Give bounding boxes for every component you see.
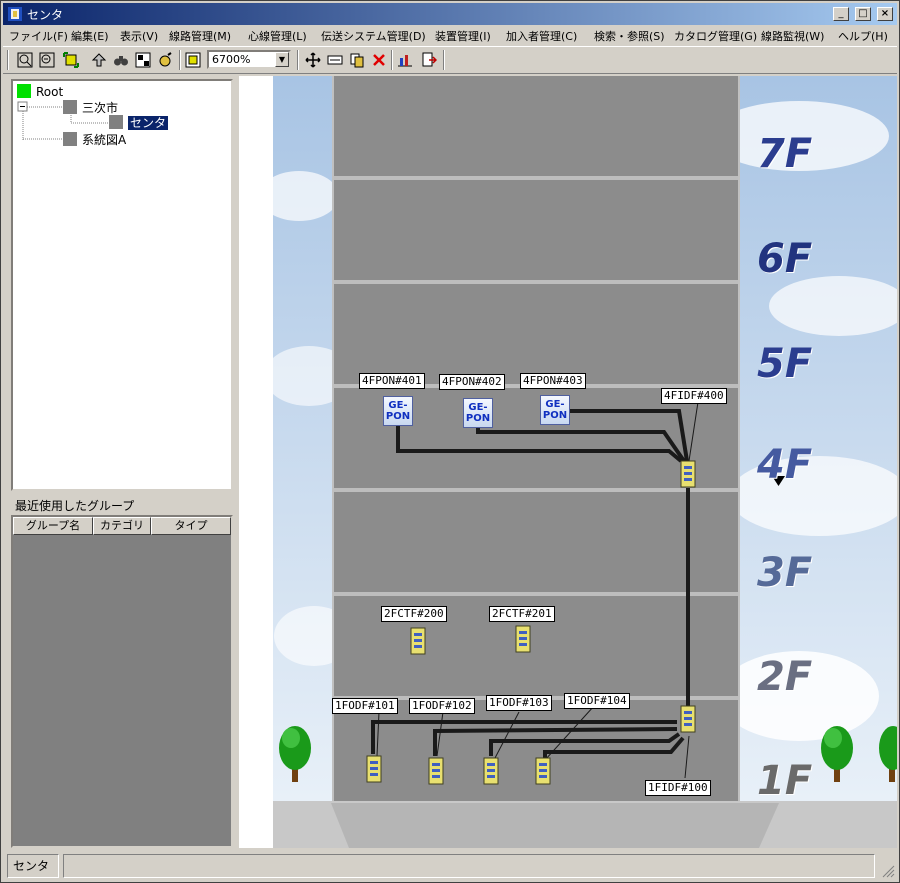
pon401-gepon-icon[interactable]: GE- PON: [383, 396, 413, 426]
menu-line-management[interactable]: 線路管理(M): [169, 28, 231, 44]
menu-edit[interactable]: 編集(E): [71, 28, 109, 44]
binoculars-icon[interactable]: [111, 50, 131, 70]
idf100-label[interactable]: 1FIDF#100: [645, 780, 711, 796]
group-tree[interactable]: Root 三次市 センタ 系統図A: [11, 79, 233, 491]
diagram-canvas[interactable]: 7F 6F 5F 4F 3F 2F 1F 4FPON#401 4FPON#402…: [239, 76, 897, 848]
odf102-label[interactable]: 1FODF#102: [409, 698, 475, 714]
idf400-label[interactable]: 4FIDF#400: [661, 388, 727, 404]
odf104-device-icon[interactable]: [535, 757, 551, 785]
zoom-value: 6700%: [212, 53, 251, 66]
menu-catalog-management[interactable]: カタログ管理(G): [674, 28, 757, 44]
odf104-label[interactable]: 1FODF#104: [564, 693, 630, 709]
menu-bar: ファイル(F) 編集(E) 表示(V) 線路管理(M) 心線管理(L) 伝送シス…: [3, 26, 897, 45]
toolbar-separator: [7, 50, 9, 70]
column-header-category[interactable]: カテゴリ: [93, 517, 151, 535]
up-level-icon[interactable]: [89, 50, 109, 70]
floor-label-4f: 4F: [757, 442, 813, 488]
menu-view[interactable]: 表示(V): [120, 28, 158, 44]
copy-icon[interactable]: [347, 50, 367, 70]
floor-label-2f: 2F: [757, 654, 813, 700]
export-icon[interactable]: [419, 50, 439, 70]
idf400-device-icon[interactable]: [680, 460, 696, 488]
node-icon: [63, 100, 77, 114]
title-bar[interactable]: センタ _ □ ×: [3, 3, 897, 25]
floor-label-5f: 5F: [757, 341, 813, 387]
delete-icon[interactable]: [369, 50, 389, 70]
recent-groups-grid[interactable]: グループ名 カテゴリ タイプ: [11, 515, 233, 848]
menu-device-management[interactable]: 装置管理(I): [435, 28, 491, 44]
ctf200-label[interactable]: 2FCTF#200: [381, 606, 447, 622]
close-button[interactable]: ×: [877, 7, 893, 21]
node-icon: [17, 84, 31, 98]
column-header-type[interactable]: タイプ: [151, 517, 231, 535]
ctf201-label[interactable]: 2FCTF#201: [489, 606, 555, 622]
pon402-label[interactable]: 4FPON#402: [439, 374, 505, 390]
menu-file[interactable]: ファイル(F): [9, 28, 68, 44]
odf102-device-icon[interactable]: [428, 757, 444, 785]
chevron-down-icon[interactable]: ▼: [275, 52, 289, 67]
zoom-in-icon[interactable]: [15, 50, 35, 70]
floor-label-3f: 3F: [757, 550, 813, 596]
ctf200-device-icon[interactable]: [410, 627, 426, 655]
status-bar: センタ: [3, 852, 897, 880]
recent-groups-label: 最近使用したグループ: [15, 499, 135, 513]
status-panel: [63, 854, 875, 878]
tree-node-center[interactable]: センタ: [109, 114, 169, 131]
odf101-device-icon[interactable]: [366, 755, 382, 783]
menu-search[interactable]: 検索・参照(S): [594, 28, 665, 44]
chart-icon[interactable]: [395, 50, 415, 70]
odf101-label[interactable]: 1FODF#101: [332, 698, 398, 714]
odf103-label[interactable]: 1FODF#103: [486, 695, 552, 711]
pon401-label[interactable]: 4FPON#401: [359, 373, 425, 389]
toolbar-separator: [443, 50, 445, 70]
app-icon: [8, 7, 22, 21]
zoom-select[interactable]: 6700% ▼: [207, 50, 291, 69]
node-icon: [63, 132, 77, 146]
frame-icon[interactable]: [183, 50, 203, 70]
toolbar-separator: [297, 50, 299, 70]
ctf201-device-icon[interactable]: [515, 625, 531, 653]
minimize-button[interactable]: _: [833, 7, 849, 21]
menu-line-monitoring[interactable]: 線路監視(W): [761, 28, 824, 44]
menu-core-management[interactable]: 心線管理(L): [248, 28, 307, 44]
pon403-label[interactable]: 4FPON#403: [520, 373, 586, 389]
floor-label-6f: 6F: [757, 236, 813, 282]
pon402-gepon-icon[interactable]: GE- PON: [463, 398, 493, 428]
link-icon[interactable]: [155, 50, 175, 70]
column-header-group-name[interactable]: グループ名: [13, 517, 93, 535]
node-icon: [109, 115, 123, 129]
app-window: センタ _ □ × ファイル(F) 編集(E) 表示(V) 線路管理(M) 心線…: [0, 0, 900, 883]
idf100-device-icon[interactable]: [680, 705, 696, 733]
fit-view-icon[interactable]: [61, 50, 81, 70]
pon403-gepon-icon[interactable]: GE- PON: [540, 395, 570, 425]
toolbar-separator: [391, 50, 393, 70]
window-title: センタ: [27, 8, 64, 22]
menu-transmission-management[interactable]: 伝送システム管理(D): [321, 28, 426, 44]
floor-label-1f: 1F: [757, 758, 813, 804]
toolbar: 6700% ▼: [3, 46, 897, 74]
resize-grip-icon[interactable]: [881, 864, 895, 878]
layout-icon[interactable]: [133, 50, 153, 70]
zoom-out-icon[interactable]: [37, 50, 57, 70]
tree-node-root[interactable]: Root: [17, 84, 63, 99]
tree-node-diagram[interactable]: 系統図A: [63, 131, 126, 148]
move-icon[interactable]: [303, 50, 323, 70]
odf103-device-icon[interactable]: [483, 757, 499, 785]
status-text: センタ: [7, 854, 59, 878]
menu-help[interactable]: ヘルプ(H): [838, 28, 888, 44]
device-icon[interactable]: [325, 50, 345, 70]
toolbar-separator: [179, 50, 181, 70]
floor-label-7f: 7F: [757, 131, 813, 177]
menu-subscriber-management[interactable]: 加入者管理(C): [506, 28, 577, 44]
maximize-button[interactable]: □: [855, 7, 871, 21]
